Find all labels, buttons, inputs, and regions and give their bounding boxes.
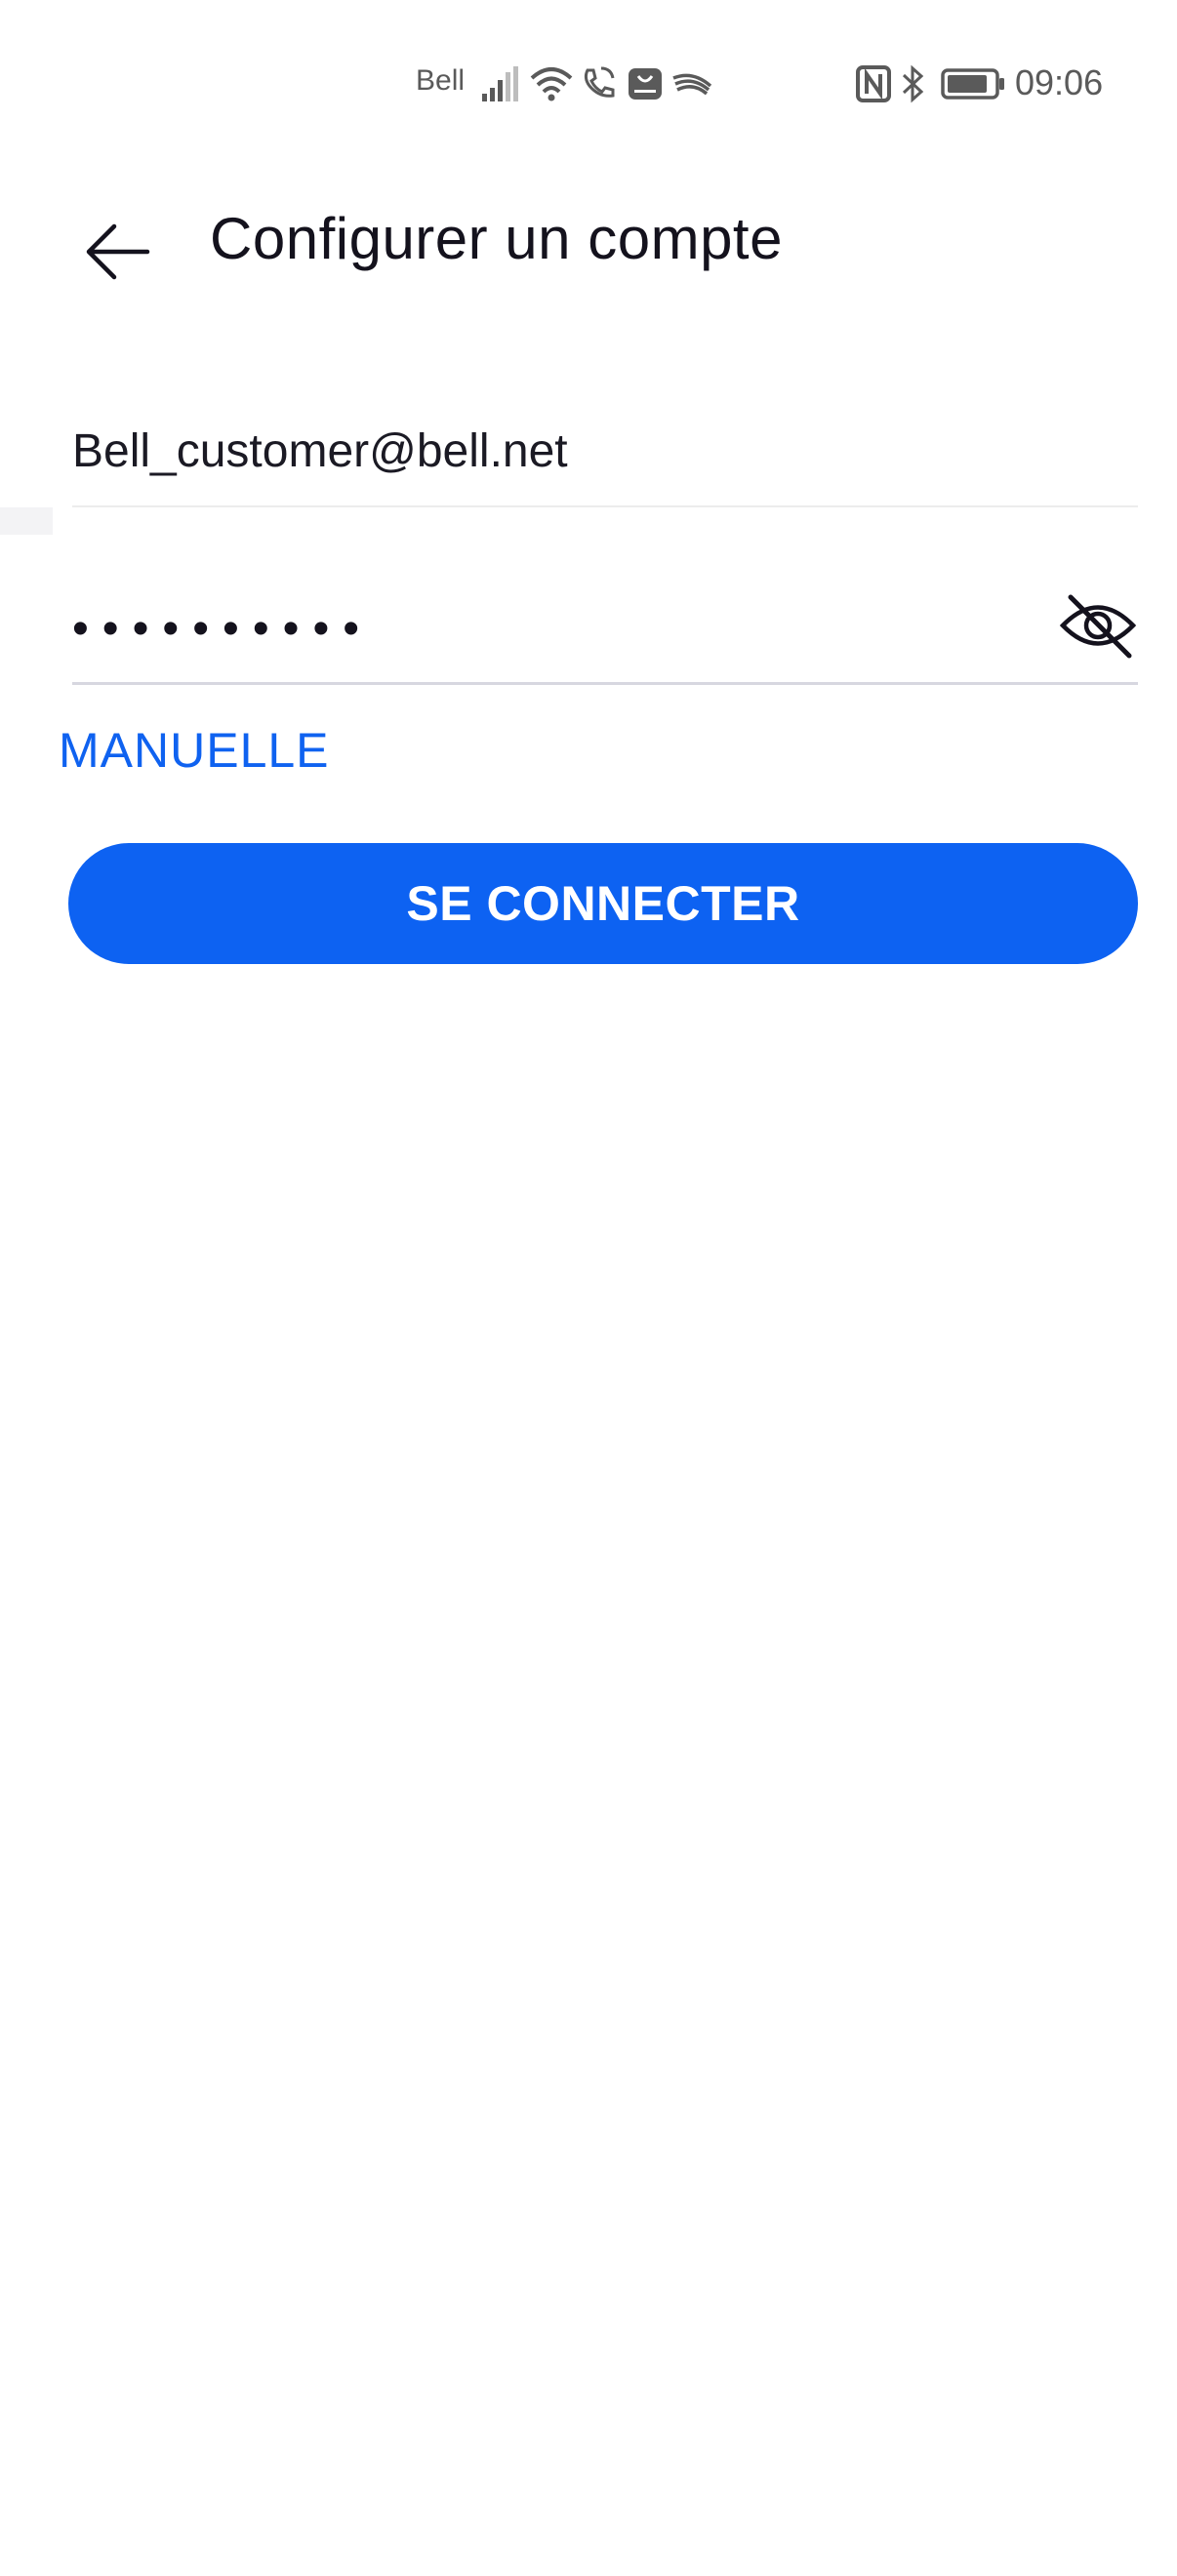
- signal-icon: [480, 64, 521, 103]
- bluetooth-icon: [900, 64, 927, 103]
- battery-icon: [941, 64, 1005, 103]
- nfc-icon: [855, 64, 892, 103]
- arrow-left-icon: [83, 221, 151, 288]
- carrier-name: Bell: [416, 64, 466, 97]
- email-field-container: [72, 390, 1138, 507]
- huawei-app-icon: [627, 64, 664, 103]
- email-field[interactable]: [72, 412, 1138, 490]
- password-field[interactable]: [72, 589, 1029, 667]
- eye-off-icon: [1059, 591, 1137, 664]
- wifi-calling-icon: [580, 64, 619, 103]
- password-visibility-toggle[interactable]: [1054, 584, 1142, 671]
- connect-button[interactable]: SE CONNECTER: [68, 843, 1138, 964]
- page-title: Configurer un compte: [210, 206, 783, 271]
- app-bar: Configurer un compte: [0, 176, 1177, 302]
- manual-setup-link[interactable]: MANUELLE: [59, 722, 330, 779]
- back-button[interactable]: [68, 205, 166, 302]
- password-field-container: [72, 566, 1138, 685]
- clock: 09:06: [1015, 62, 1104, 102]
- edge-strip: [0, 507, 53, 535]
- wifi-icon: [529, 64, 574, 103]
- swiftkey-icon: [671, 64, 712, 103]
- status-bar: Bell 09:06: [0, 0, 1177, 176]
